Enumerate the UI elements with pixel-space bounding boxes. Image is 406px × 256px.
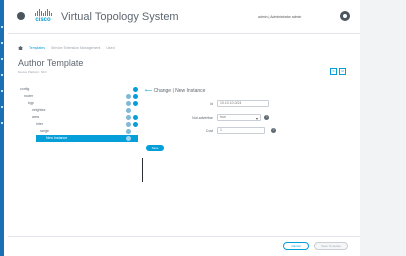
id-label: Id — [210, 102, 213, 106]
app-window: cisco Virtual Topology System admin | Ad… — [8, 0, 360, 256]
nav-icon[interactable] — [1, 74, 3, 76]
delete-icon[interactable] — [126, 122, 131, 127]
delete-icon[interactable] — [126, 101, 131, 106]
tree-item[interactable]: Inter — [18, 121, 138, 128]
nav-icon[interactable] — [1, 58, 3, 60]
cisco-logo: cisco — [32, 9, 54, 25]
not-advertise-select[interactable]: true ▾ — [217, 114, 261, 121]
add-icon[interactable] — [133, 101, 138, 106]
cancel-button[interactable]: Cancel — [283, 242, 309, 250]
home-icon[interactable] — [18, 46, 23, 50]
view-toggle-right[interactable]: M — [339, 68, 346, 75]
view-toggle[interactable]: S M — [330, 68, 346, 75]
menu-icon[interactable] — [17, 12, 25, 20]
breadcrumb: Templates Service Extension Management U… — [18, 46, 115, 50]
nav-icon[interactable] — [1, 90, 3, 92]
tree-item[interactable]: config — [18, 86, 138, 93]
help-icon[interactable]: ? — [271, 128, 276, 133]
tree-item[interactable]: neighbor — [18, 107, 138, 114]
instance-form: ⟵ Change | New Instance Id 10.10.10.0/24… — [145, 84, 355, 234]
tree-item[interactable]: area — [18, 114, 138, 121]
breadcrumb-item[interactable]: Service Extension Management — [51, 46, 100, 50]
user-menu[interactable]: admin | Administrator admin — [258, 15, 301, 19]
delete-icon[interactable] — [126, 115, 131, 120]
form-heading: ⟵ Change | New Instance — [145, 88, 206, 94]
save-template-button[interactable]: Save Template — [314, 242, 348, 250]
outer-background — [360, 0, 406, 256]
footer-bar: Cancel Save Template — [8, 236, 360, 256]
app-header: cisco Virtual Topology System admin | Ad… — [8, 0, 360, 34]
not-advertise-label: Not-advertise — [192, 116, 213, 120]
view-toggle-left[interactable]: S — [330, 68, 337, 75]
tree-item[interactable]: range — [18, 128, 138, 135]
nav-icon[interactable] — [1, 106, 3, 108]
app-title: Virtual Topology System — [61, 11, 179, 23]
delete-icon[interactable] — [126, 129, 131, 134]
help-icon[interactable]: ? — [264, 115, 269, 120]
add-icon[interactable] — [133, 94, 138, 99]
id-field[interactable]: 10.10.10.0/24 — [217, 100, 269, 107]
delete-icon[interactable] — [126, 94, 131, 99]
back-arrow-icon[interactable]: ⟵ — [145, 88, 152, 94]
nav-icon[interactable] — [1, 122, 3, 124]
add-icon[interactable] — [133, 115, 138, 120]
add-icon[interactable] — [133, 87, 138, 92]
template-tree: config router bgp neighbor area Inter ra… — [18, 84, 164, 234]
breadcrumb-item: Used — [106, 46, 115, 50]
tree-item[interactable]: router — [18, 93, 138, 100]
add-icon[interactable] — [133, 122, 138, 127]
breadcrumb-item[interactable]: Templates — [29, 46, 45, 50]
panel-resize-handle[interactable] — [142, 158, 143, 182]
side-nav-strip[interactable] — [0, 0, 4, 256]
nav-icon[interactable] — [1, 42, 3, 44]
cost-label: Cost — [205, 129, 213, 133]
nav-icon[interactable] — [1, 26, 3, 28]
delete-icon[interactable] — [126, 136, 131, 141]
gear-icon[interactable] — [340, 11, 350, 21]
chevron-down-icon: ▾ — [255, 116, 258, 121]
tree-item[interactable]: bgp — [18, 100, 138, 107]
cost-field[interactable]: 1 — [217, 127, 265, 134]
tree-item-selected[interactable]: New Instance — [36, 135, 138, 142]
page-title: Author Template — [18, 58, 84, 68]
delete-icon[interactable] — [126, 108, 131, 113]
page-subtitle: Device Platform: NFV — [18, 70, 47, 74]
